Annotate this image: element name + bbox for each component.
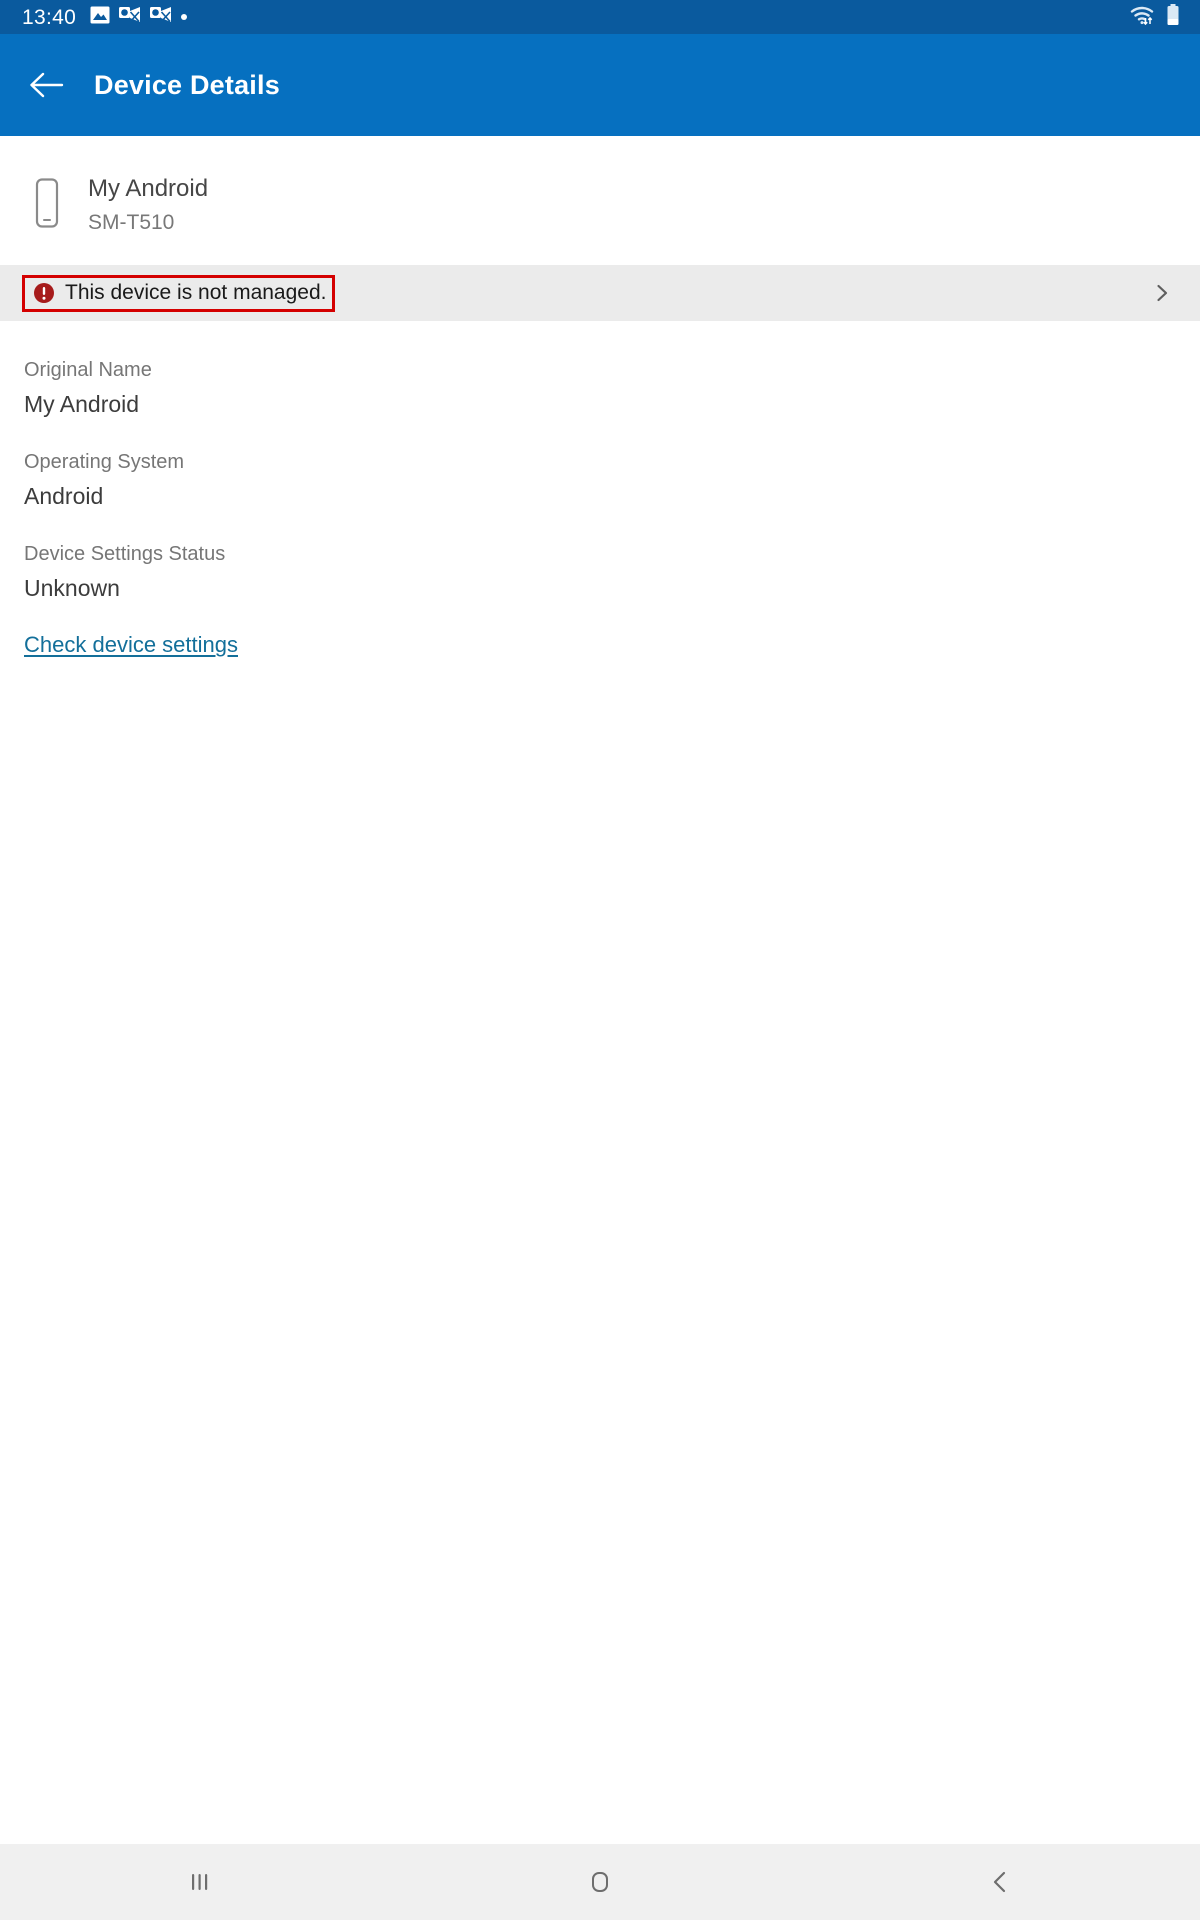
detail-value: Unknown	[24, 574, 120, 601]
detail-field-device-settings-status: Device Settings Status Unknown	[24, 541, 1200, 603]
check-device-settings-row: Check device settings	[24, 632, 1200, 658]
detail-value: My Android	[24, 391, 140, 418]
status-banner-message: This device is not managed.	[65, 280, 327, 304]
device-header-texts: My Android SM-T510	[88, 174, 208, 235]
smartphone-icon	[30, 178, 64, 228]
chevron-right-icon[interactable]	[1152, 283, 1172, 303]
wifi-icon	[1129, 4, 1155, 31]
home-icon	[592, 1872, 608, 1892]
chevron-left-icon	[993, 1871, 1006, 1893]
app-bar: Device Details	[0, 34, 1200, 136]
device-header: My Android SM-T510	[0, 136, 1200, 235]
detail-label: Operating System	[24, 450, 185, 473]
detail-label: Original Name	[24, 359, 152, 382]
status-banner-highlight: This device is not managed.	[22, 274, 336, 312]
device-name: My Android	[88, 175, 209, 202]
recent-apps-button[interactable]	[140, 1844, 260, 1920]
device-model: SM-T510	[88, 211, 175, 234]
dot-icon	[181, 14, 188, 20]
home-button[interactable]	[540, 1844, 660, 1920]
status-bar-left: 13:40	[22, 5, 188, 29]
detail-field-operating-system: Operating System Android	[24, 449, 1200, 511]
status-notification-icons	[90, 6, 188, 29]
content-area: My Android SM-T510 This device is not ma…	[0, 136, 1200, 1844]
status-bar: 13:40	[0, 0, 1200, 34]
outlook-mail-icon	[150, 6, 172, 29]
detail-value: Android	[24, 482, 104, 509]
image-icon	[90, 6, 110, 29]
device-details-list: Original Name My Android Operating Syste…	[0, 321, 1200, 658]
battery-icon	[1166, 3, 1180, 31]
detail-label: Device Settings Status	[24, 542, 226, 565]
status-bar-right	[1129, 3, 1180, 31]
device-status-banner[interactable]: This device is not managed.	[0, 265, 1200, 322]
detail-field-original-name: Original Name My Android	[24, 357, 1200, 419]
system-navigation-bar	[0, 1844, 1200, 1920]
back-arrow-icon[interactable]	[30, 68, 64, 102]
page-title: Device Details	[94, 69, 280, 100]
check-device-settings-link[interactable]: Check device settings	[24, 632, 238, 658]
status-clock: 13:40	[22, 5, 77, 29]
nav-back-button[interactable]	[940, 1844, 1060, 1920]
outlook-mail-icon	[119, 6, 141, 29]
error-circle-icon	[33, 282, 55, 304]
recent-apps-icon	[192, 1874, 208, 1890]
